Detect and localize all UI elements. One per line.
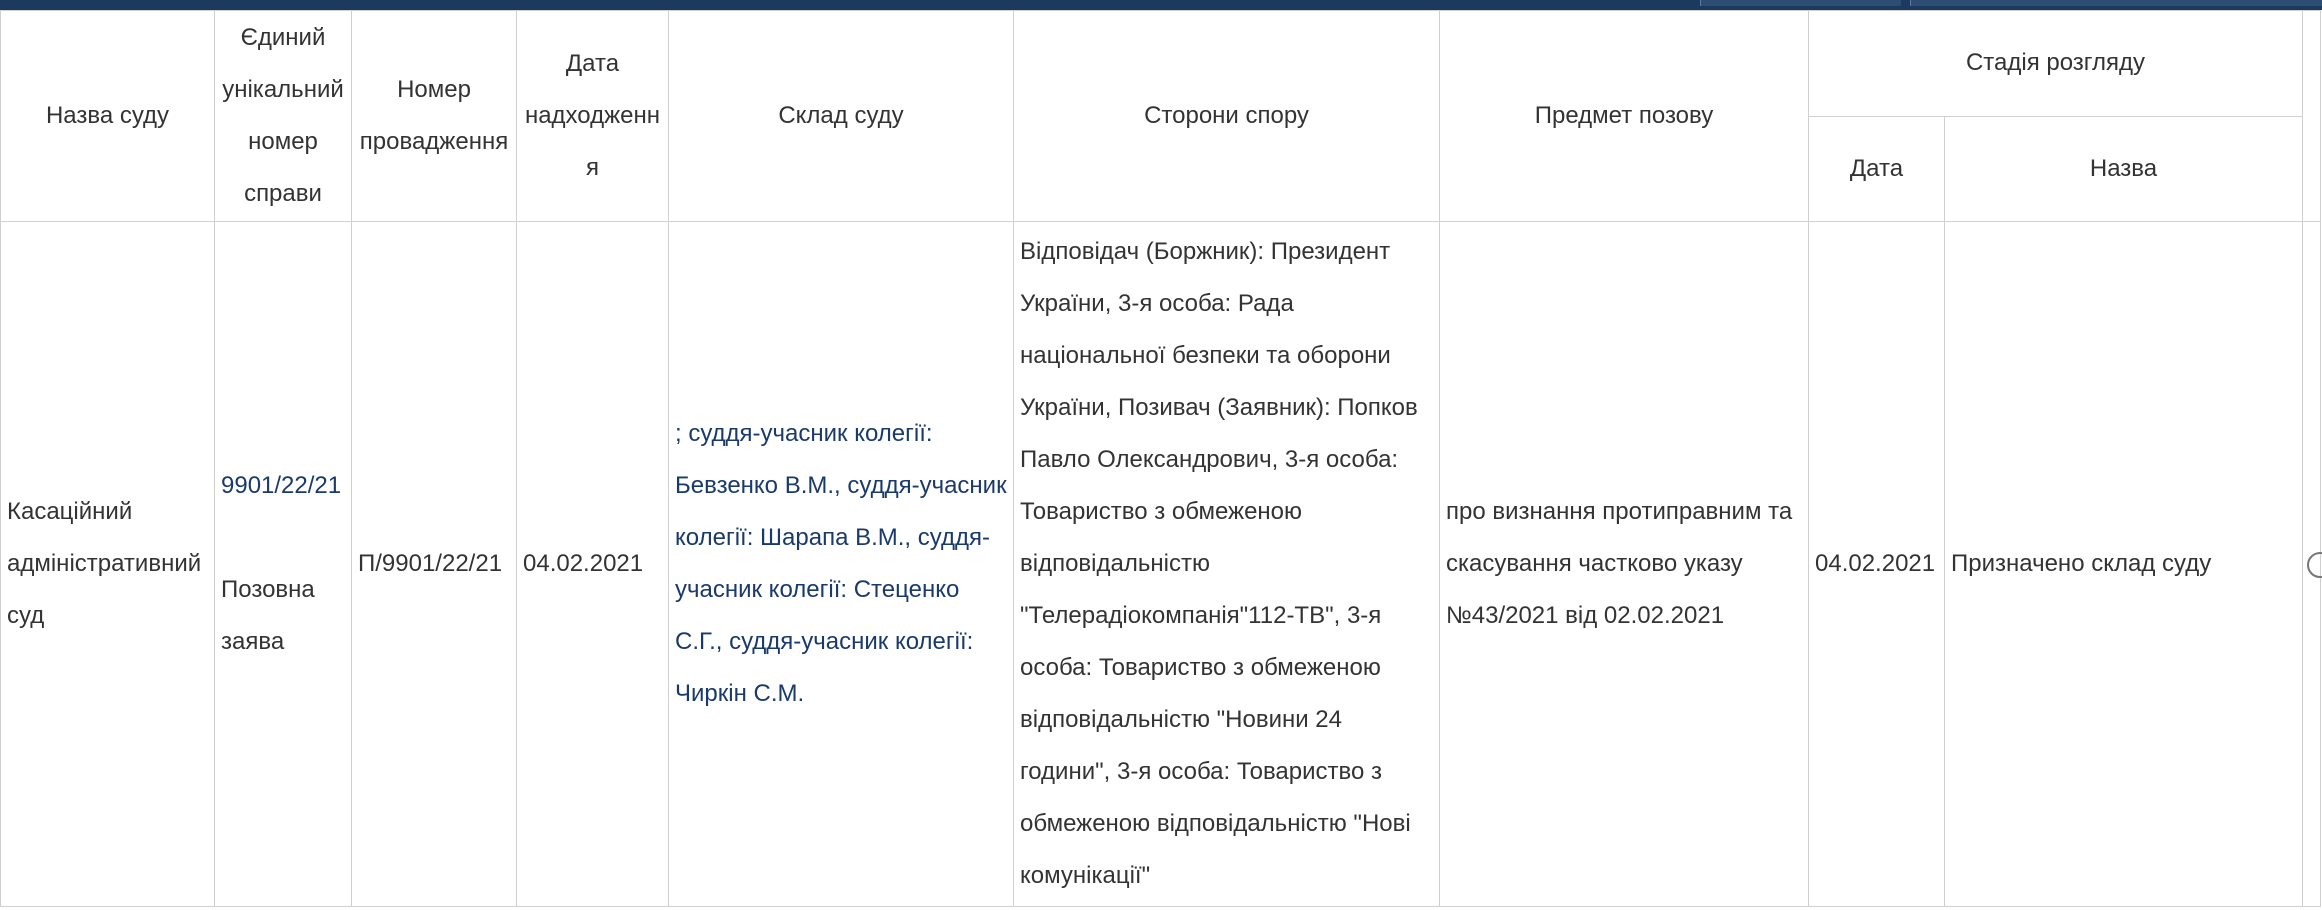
cell-case-number: 9901/22/21 Позовна заява	[214, 221, 352, 907]
header-case-number-line: унікальний	[222, 76, 344, 103]
cell-received-date: 04.02.2021	[516, 221, 669, 907]
table-row: Касаційний адміністративний суд 9901/22/…	[0, 221, 2322, 907]
header-received-date: Дата надходження	[516, 10, 669, 222]
header-row-top: Назва суду Єдиний унікальний номер справ…	[0, 10, 2321, 222]
header-extra	[2302, 10, 2321, 222]
header-case-number-line: Єдиний	[240, 24, 326, 51]
header-received-date-line: надходження	[524, 102, 661, 181]
cell-subject: про визнання протиправним та скасування …	[1439, 221, 1809, 907]
top-bar-button-edge[interactable]	[1700, 0, 1901, 6]
header-subject: Предмет позову	[1439, 10, 1809, 222]
header-court-panel: Склад суду	[668, 10, 1014, 222]
cell-proceeding-number: П/9901/22/21	[351, 221, 517, 907]
cell-stage-name: Призначено склад суду	[1944, 221, 2303, 907]
case-type: Позовна заява	[221, 576, 315, 655]
cell-court-panel: ; суддя-учасник колегії: Бевзенко В.М., …	[668, 221, 1014, 907]
header-proceeding-number-line: провадження	[359, 128, 509, 155]
case-number-link[interactable]: 9901/22/21	[221, 472, 341, 499]
header-case-number-line: справи	[244, 180, 322, 207]
court-cases-table: Назва суду Єдиний унікальний номер справ…	[0, 10, 2322, 907]
cell-select	[2302, 221, 2322, 907]
header-parties: Сторони спору	[1013, 10, 1440, 222]
header-case-number-line: номер	[248, 128, 318, 155]
header-court-name: Назва суду	[0, 10, 215, 222]
top-bar-button-edge[interactable]	[1910, 0, 2322, 6]
cell-parties: Відповідач (Боржник): Президент України,…	[1013, 221, 1440, 907]
row-select-radio[interactable]	[2307, 551, 2322, 578]
header-stage-name: Назва	[1944, 115, 2303, 222]
header-proceeding-number: Номер провадження	[351, 10, 517, 222]
cell-stage-date: 04.02.2021	[1808, 221, 1945, 907]
header-proceeding-number-line: Номер	[397, 76, 471, 103]
court-cases-table-container: Назва суду Єдиний унікальний номер справ…	[0, 10, 2322, 910]
cell-court-name: Касаційний адміністративний суд	[0, 221, 215, 907]
top-bar	[0, 0, 2322, 10]
header-stage-date: Дата	[1808, 115, 1945, 222]
header-stage-group: Стадія розгляду	[1808, 10, 2303, 117]
header-received-date-line: Дата	[565, 50, 620, 77]
cell-spacer	[221, 512, 345, 564]
header-case-number: Єдиний унікальний номер справи	[214, 10, 352, 222]
